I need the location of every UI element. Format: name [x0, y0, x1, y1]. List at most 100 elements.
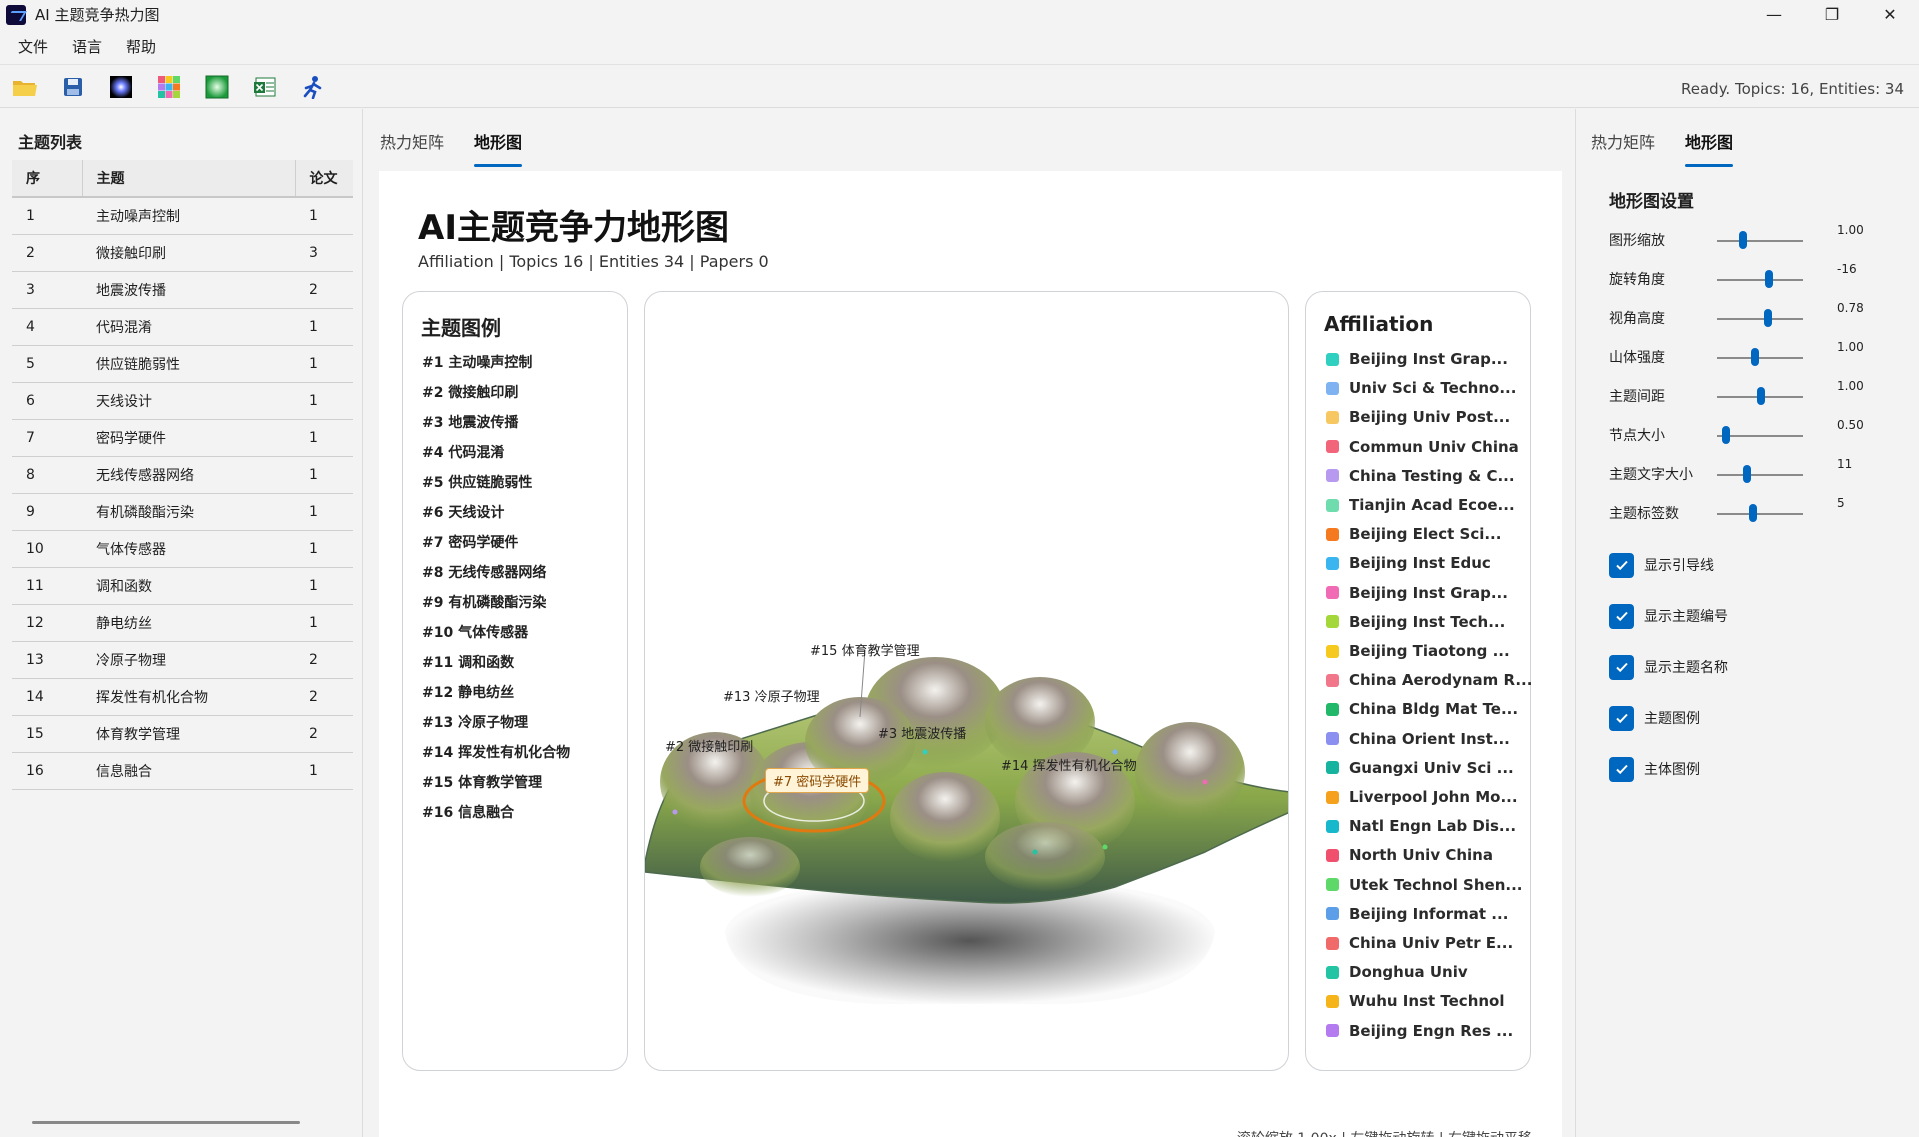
table-row[interactable]: 5 供应链脆弱性 1: [12, 345, 353, 383]
row-index: 10: [12, 530, 82, 568]
title-bar: AI 主题竞争热力图 — ❐ ✕: [0, 0, 1919, 29]
menu-language[interactable]: 语言: [60, 36, 114, 57]
gradient-square-icon[interactable]: [203, 73, 231, 101]
table-row[interactable]: 1 主动噪声控制 1: [12, 197, 353, 235]
map-label-topic-14: #14 挥发性有机化合物: [1001, 759, 1137, 774]
slider-track[interactable]: [1717, 279, 1803, 281]
affiliation-color-swatch: [1326, 790, 1339, 804]
affiliation-legend-item: Natl Engn Lab Dis...: [1326, 817, 1516, 835]
slider-track[interactable]: [1717, 318, 1803, 320]
slider-track[interactable]: [1717, 240, 1803, 242]
slider-value: -16: [1837, 262, 1857, 276]
affiliation-color-swatch: [1326, 848, 1339, 862]
slider-thumb[interactable]: [1738, 231, 1747, 249]
table-row[interactable]: 14 挥发性有机化合物 2: [12, 678, 353, 716]
map-label-topic-7-highlighted[interactable]: #7 密码学硬件: [765, 768, 870, 793]
slider-label: 旋转角度: [1609, 272, 1665, 288]
checkbox-row[interactable]: 主体图例: [1609, 756, 1700, 782]
table-row[interactable]: 7 密码学硬件 1: [12, 419, 353, 457]
affiliation-legend-item: Beijing Inst Grap...: [1326, 584, 1508, 602]
checkbox-checked[interactable]: [1609, 552, 1634, 578]
checkbox-checked[interactable]: [1609, 756, 1634, 782]
row-index: 2: [12, 234, 82, 272]
slider-track[interactable]: [1717, 357, 1803, 359]
affiliation-name: Beijing Informat ...: [1349, 904, 1509, 923]
close-button[interactable]: ✕: [1861, 0, 1919, 29]
maximize-button[interactable]: ❐: [1803, 0, 1861, 29]
slider-track[interactable]: [1717, 435, 1803, 437]
menu-file[interactable]: 文件: [6, 36, 60, 57]
row-index: 13: [12, 641, 82, 679]
checkmark-icon: [1615, 764, 1628, 775]
slider-thumb[interactable]: [1756, 387, 1765, 405]
tab-terrain-map[interactable]: 地形图: [474, 109, 523, 167]
checkbox-row[interactable]: 显示主题编号: [1609, 603, 1728, 629]
checkmark-icon: [1615, 611, 1628, 622]
table-row[interactable]: 9 有机磷酸酯污染 1: [12, 493, 353, 531]
table-row[interactable]: 10 气体传感器 1: [12, 530, 353, 568]
table-row[interactable]: 6 天线设计 1: [12, 382, 353, 420]
row-papers: 2: [295, 271, 353, 309]
affiliation-name: Beijing Engn Res ...: [1349, 1021, 1514, 1040]
terrain-view[interactable]: #15 体育教学管理 #13 冷原子物理 #2 微接触印刷 #3 地震波传播 #…: [644, 291, 1289, 1071]
slider-label: 视角高度: [1609, 311, 1665, 327]
map-title: AI主题竞争力地形图: [418, 208, 729, 248]
row-papers: 1: [295, 419, 353, 457]
palette-grid-icon[interactable]: [155, 73, 183, 101]
slider-row: 图形缩放 1.00: [1609, 223, 1899, 252]
open-folder-icon[interactable]: [11, 73, 39, 101]
row-index: 16: [12, 752, 82, 790]
affiliation-color-swatch: [1326, 556, 1339, 570]
checkbox-checked[interactable]: [1609, 705, 1634, 731]
slider-track[interactable]: [1717, 474, 1803, 476]
table-row[interactable]: 4 代码混淆 1: [12, 308, 353, 346]
minimize-button[interactable]: —: [1745, 0, 1803, 29]
checkbox-row[interactable]: 显示主题名称: [1609, 654, 1728, 680]
terrain-canvas[interactable]: AI主题竞争力地形图 Affiliation | Topics 16 | Ent…: [379, 171, 1562, 1137]
slider-thumb[interactable]: [1750, 348, 1759, 366]
checkbox-checked[interactable]: [1609, 603, 1634, 629]
checkbox-checked[interactable]: [1609, 654, 1634, 680]
affiliation-name: Commun Univ China: [1349, 437, 1519, 456]
row-topic: 代码混淆: [82, 308, 295, 346]
row-index: 15: [12, 715, 82, 753]
slider-track[interactable]: [1717, 513, 1803, 515]
column-header-papers[interactable]: 论文: [295, 160, 353, 198]
column-header-index[interactable]: 序: [12, 160, 83, 198]
menu-help[interactable]: 帮助: [114, 36, 168, 57]
column-header-topic[interactable]: 主题: [82, 160, 296, 198]
save-icon[interactable]: [59, 73, 87, 101]
slider-thumb[interactable]: [1763, 309, 1772, 327]
slider-thumb[interactable]: [1749, 504, 1758, 522]
table-row[interactable]: 13 冷原子物理 2: [12, 641, 353, 679]
slider-thumb[interactable]: [1743, 465, 1752, 483]
glow-image-icon[interactable]: [107, 73, 135, 101]
table-row[interactable]: 11 调和函数 1: [12, 567, 353, 605]
row-index: 1: [12, 197, 82, 235]
row-papers: 1: [295, 308, 353, 346]
checkbox-row[interactable]: 显示引导线: [1609, 552, 1714, 578]
affiliation-color-swatch: [1326, 352, 1339, 366]
slider-thumb[interactable]: [1721, 426, 1730, 444]
table-row[interactable]: 16 信息融合 1: [12, 752, 353, 790]
checkbox-row[interactable]: 主题图例: [1609, 705, 1700, 731]
run-figure-icon[interactable]: [299, 73, 327, 101]
table-row[interactable]: 15 体育教学管理 2: [12, 715, 353, 753]
table-row[interactable]: 8 无线传感器网络 1: [12, 456, 353, 494]
right-tab-terrain-map[interactable]: 地形图: [1685, 109, 1734, 167]
slider-label: 山体强度: [1609, 350, 1665, 366]
right-tab-heat-matrix[interactable]: 热力矩阵: [1591, 109, 1655, 167]
tab-heat-matrix[interactable]: 热力矩阵: [380, 109, 444, 167]
row-papers: 2: [295, 678, 353, 716]
row-topic: 静电纺丝: [82, 604, 295, 642]
map-label-topic-2: #2 微接触印刷: [665, 740, 754, 755]
topic-legend-item: #6 天线设计: [422, 505, 505, 521]
slider-thumb[interactable]: [1764, 270, 1773, 288]
checkbox-label: 显示主题编号: [1644, 609, 1728, 625]
table-row[interactable]: 12 静电纺丝 1: [12, 604, 353, 642]
affiliation-name: Natl Engn Lab Dis...: [1349, 817, 1517, 836]
table-row[interactable]: 2 微接触印刷 3: [12, 234, 353, 272]
horizontal-scrollbar[interactable]: [32, 1121, 300, 1124]
export-excel-icon[interactable]: [251, 73, 279, 101]
table-row[interactable]: 3 地震波传播 2: [12, 271, 353, 309]
